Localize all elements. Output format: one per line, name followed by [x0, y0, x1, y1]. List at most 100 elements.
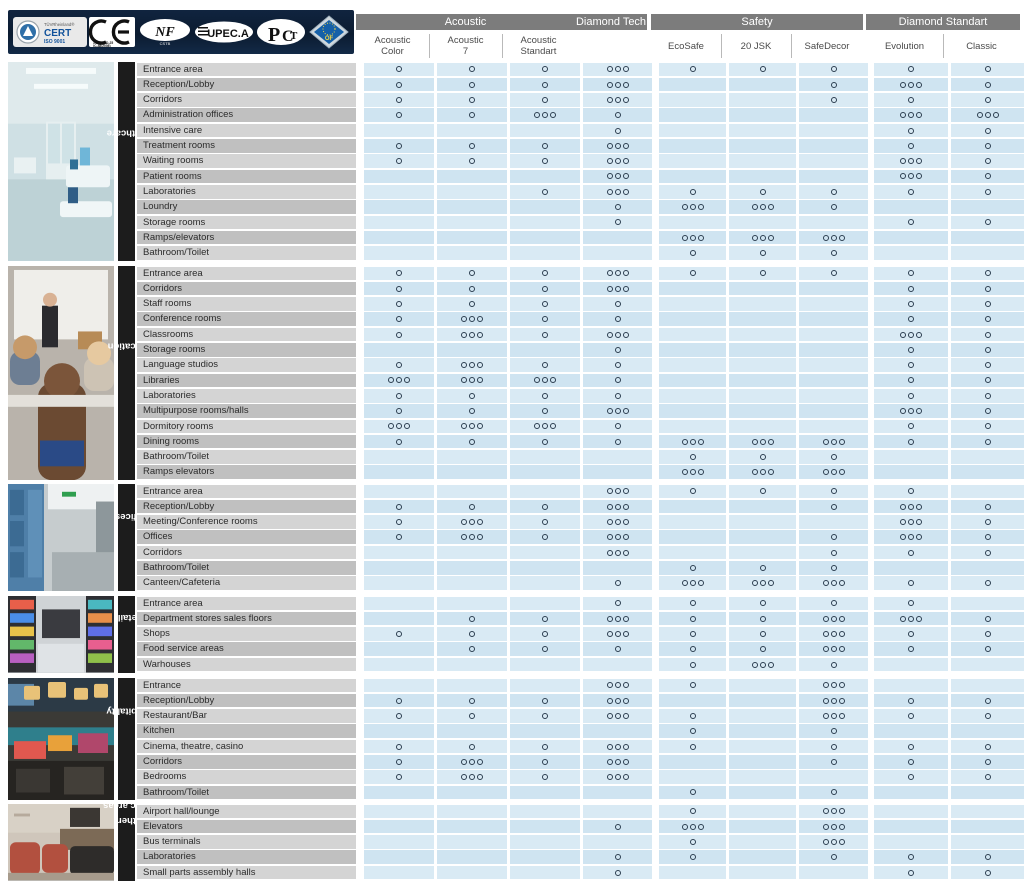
rating-cell: [659, 484, 726, 499]
rating-dot-icon: [477, 423, 483, 430]
table-row[interactable]: Kitchen: [137, 724, 1024, 739]
table-row[interactable]: Classrooms: [137, 327, 1024, 342]
rating-cell: [510, 404, 580, 418]
table-row[interactable]: Laboratories: [137, 388, 1024, 403]
rating-dot-icon: [614, 869, 621, 876]
table-row[interactable]: Dining rooms: [137, 434, 1024, 449]
table-row[interactable]: Dormitory rooms: [137, 419, 1024, 434]
table-row[interactable]: Canteen/Cafeteria: [137, 576, 1024, 591]
rating-cell: [659, 865, 726, 880]
rating-dot-icon: [985, 158, 991, 165]
table-row[interactable]: Bedrooms: [137, 770, 1024, 785]
table-row[interactable]: Libraries: [137, 373, 1024, 388]
rating-cell: [437, 561, 507, 575]
row-label: Bedrooms: [137, 770, 356, 784]
table-row[interactable]: Entrance area: [137, 62, 1024, 77]
rating-cell: [874, 724, 948, 739]
rating-dot-icon: [900, 503, 906, 510]
table-row[interactable]: Loundry: [137, 200, 1024, 215]
rating-dot-icon: [908, 300, 914, 307]
rating-dot-icon: [985, 630, 991, 637]
table-row[interactable]: Department stores sales floors: [137, 611, 1024, 626]
table-row[interactable]: Restaurant/Bar: [137, 709, 1024, 724]
table-row[interactable]: Treatment rooms: [137, 138, 1024, 153]
table-row[interactable]: Reception/Lobby: [137, 77, 1024, 92]
table-row[interactable]: Laboratories: [137, 184, 1024, 199]
rating-cell: [437, 499, 507, 514]
row-label: Waiting rooms: [137, 154, 356, 168]
table-row[interactable]: Bathroom/Toilet: [137, 785, 1024, 800]
table-row[interactable]: Bathroom/Toilet: [137, 560, 1024, 575]
rating-cell: [951, 709, 1024, 723]
rating-cell: [364, 327, 434, 342]
rating-dot-icon: [469, 300, 475, 307]
table-row[interactable]: Shops: [137, 627, 1024, 642]
table-row[interactable]: Bathroom/Toilet: [137, 450, 1024, 465]
rating-dot-icon: [469, 331, 475, 338]
table-row[interactable]: Entrance area: [137, 484, 1024, 499]
table-row[interactable]: Meeting/Conference rooms: [137, 515, 1024, 530]
rating-cell: [437, 419, 507, 434]
table-row[interactable]: Corridors: [137, 281, 1024, 296]
table-row[interactable]: Airport hall/lounge: [137, 804, 1024, 819]
table-row[interactable]: Corridors: [137, 754, 1024, 769]
rating-cell: [874, 530, 948, 545]
comparison-table-page: TÜVRheinland® CERT ISO 9001 1416-CPD-25 …: [0, 0, 1024, 893]
rating-cell: [659, 358, 726, 372]
table-row[interactable]: Ramps/elevators: [137, 230, 1024, 245]
table-row[interactable]: Elevators: [137, 819, 1024, 834]
table-row[interactable]: Small parts assembly halls: [137, 865, 1024, 880]
table-row[interactable]: Entrance area: [137, 266, 1024, 281]
rating-dot-icon: [614, 518, 621, 525]
table-row[interactable]: Staff rooms: [137, 297, 1024, 312]
rating-dot-icon: [985, 81, 991, 88]
rating-cell: [951, 465, 1024, 480]
table-row[interactable]: Waiting rooms: [137, 154, 1024, 169]
table-row[interactable]: Storage rooms: [137, 215, 1024, 230]
table-row[interactable]: Entrance: [137, 678, 1024, 693]
table-row[interactable]: Patient rooms: [137, 169, 1024, 184]
table-row[interactable]: Bus terminals: [137, 835, 1024, 850]
rating-cell: [437, 343, 507, 357]
section-category-label: Retail: [118, 596, 144, 673]
table-row[interactable]: Reception/Lobby: [137, 499, 1024, 514]
rating-dot-icon: [396, 81, 402, 88]
rating-cell: [437, 724, 507, 739]
table-row[interactable]: Language studios: [137, 358, 1024, 373]
table-row[interactable]: Intensive care: [137, 123, 1024, 138]
table-row[interactable]: Reception/Lobby: [137, 693, 1024, 708]
table-row[interactable]: Ramps elevators: [137, 465, 1024, 480]
table-row[interactable]: Administration offices: [137, 108, 1024, 123]
rating-cell: [951, 530, 1024, 545]
row-label: Entrance: [137, 678, 356, 693]
table-row[interactable]: Food service areas: [137, 642, 1024, 657]
rating-dot-icon: [469, 270, 475, 277]
rating-cell: [437, 312, 507, 327]
column-group-header: Diamond Tech: [575, 14, 647, 30]
table-row[interactable]: Storage rooms: [137, 342, 1024, 357]
table-row[interactable]: Laboratories: [137, 850, 1024, 865]
table-row[interactable]: Bathroom/Toilet: [137, 246, 1024, 261]
row-label: Reception/Lobby: [137, 499, 356, 514]
rating-dot-icon: [908, 142, 914, 149]
rating-cell: [583, 819, 652, 834]
rating-cell: [510, 419, 580, 434]
table-row[interactable]: Offices: [137, 530, 1024, 545]
table-row[interactable]: Conference rooms: [137, 312, 1024, 327]
rating-dot-icon: [622, 408, 629, 415]
rating-cell: [799, 484, 868, 499]
table-row[interactable]: Cinema, theatre, casino: [137, 739, 1024, 754]
table-row[interactable]: Corridors: [137, 93, 1024, 108]
rating-cell: [659, 266, 726, 281]
table-row[interactable]: Multipurpose rooms/halls: [137, 404, 1024, 419]
rating-cell: [510, 327, 580, 342]
rating-dot-icon: [900, 158, 906, 165]
rating-dot-icon: [461, 534, 467, 541]
rating-cell: [437, 184, 507, 199]
table-row[interactable]: Entrance area: [137, 596, 1024, 611]
rating-cell: [437, 93, 507, 107]
table-row[interactable]: Corridors: [137, 545, 1024, 560]
rating-cell: [729, 230, 796, 245]
rating-dot-icon: [542, 712, 548, 719]
table-row[interactable]: Warhouses: [137, 657, 1024, 672]
